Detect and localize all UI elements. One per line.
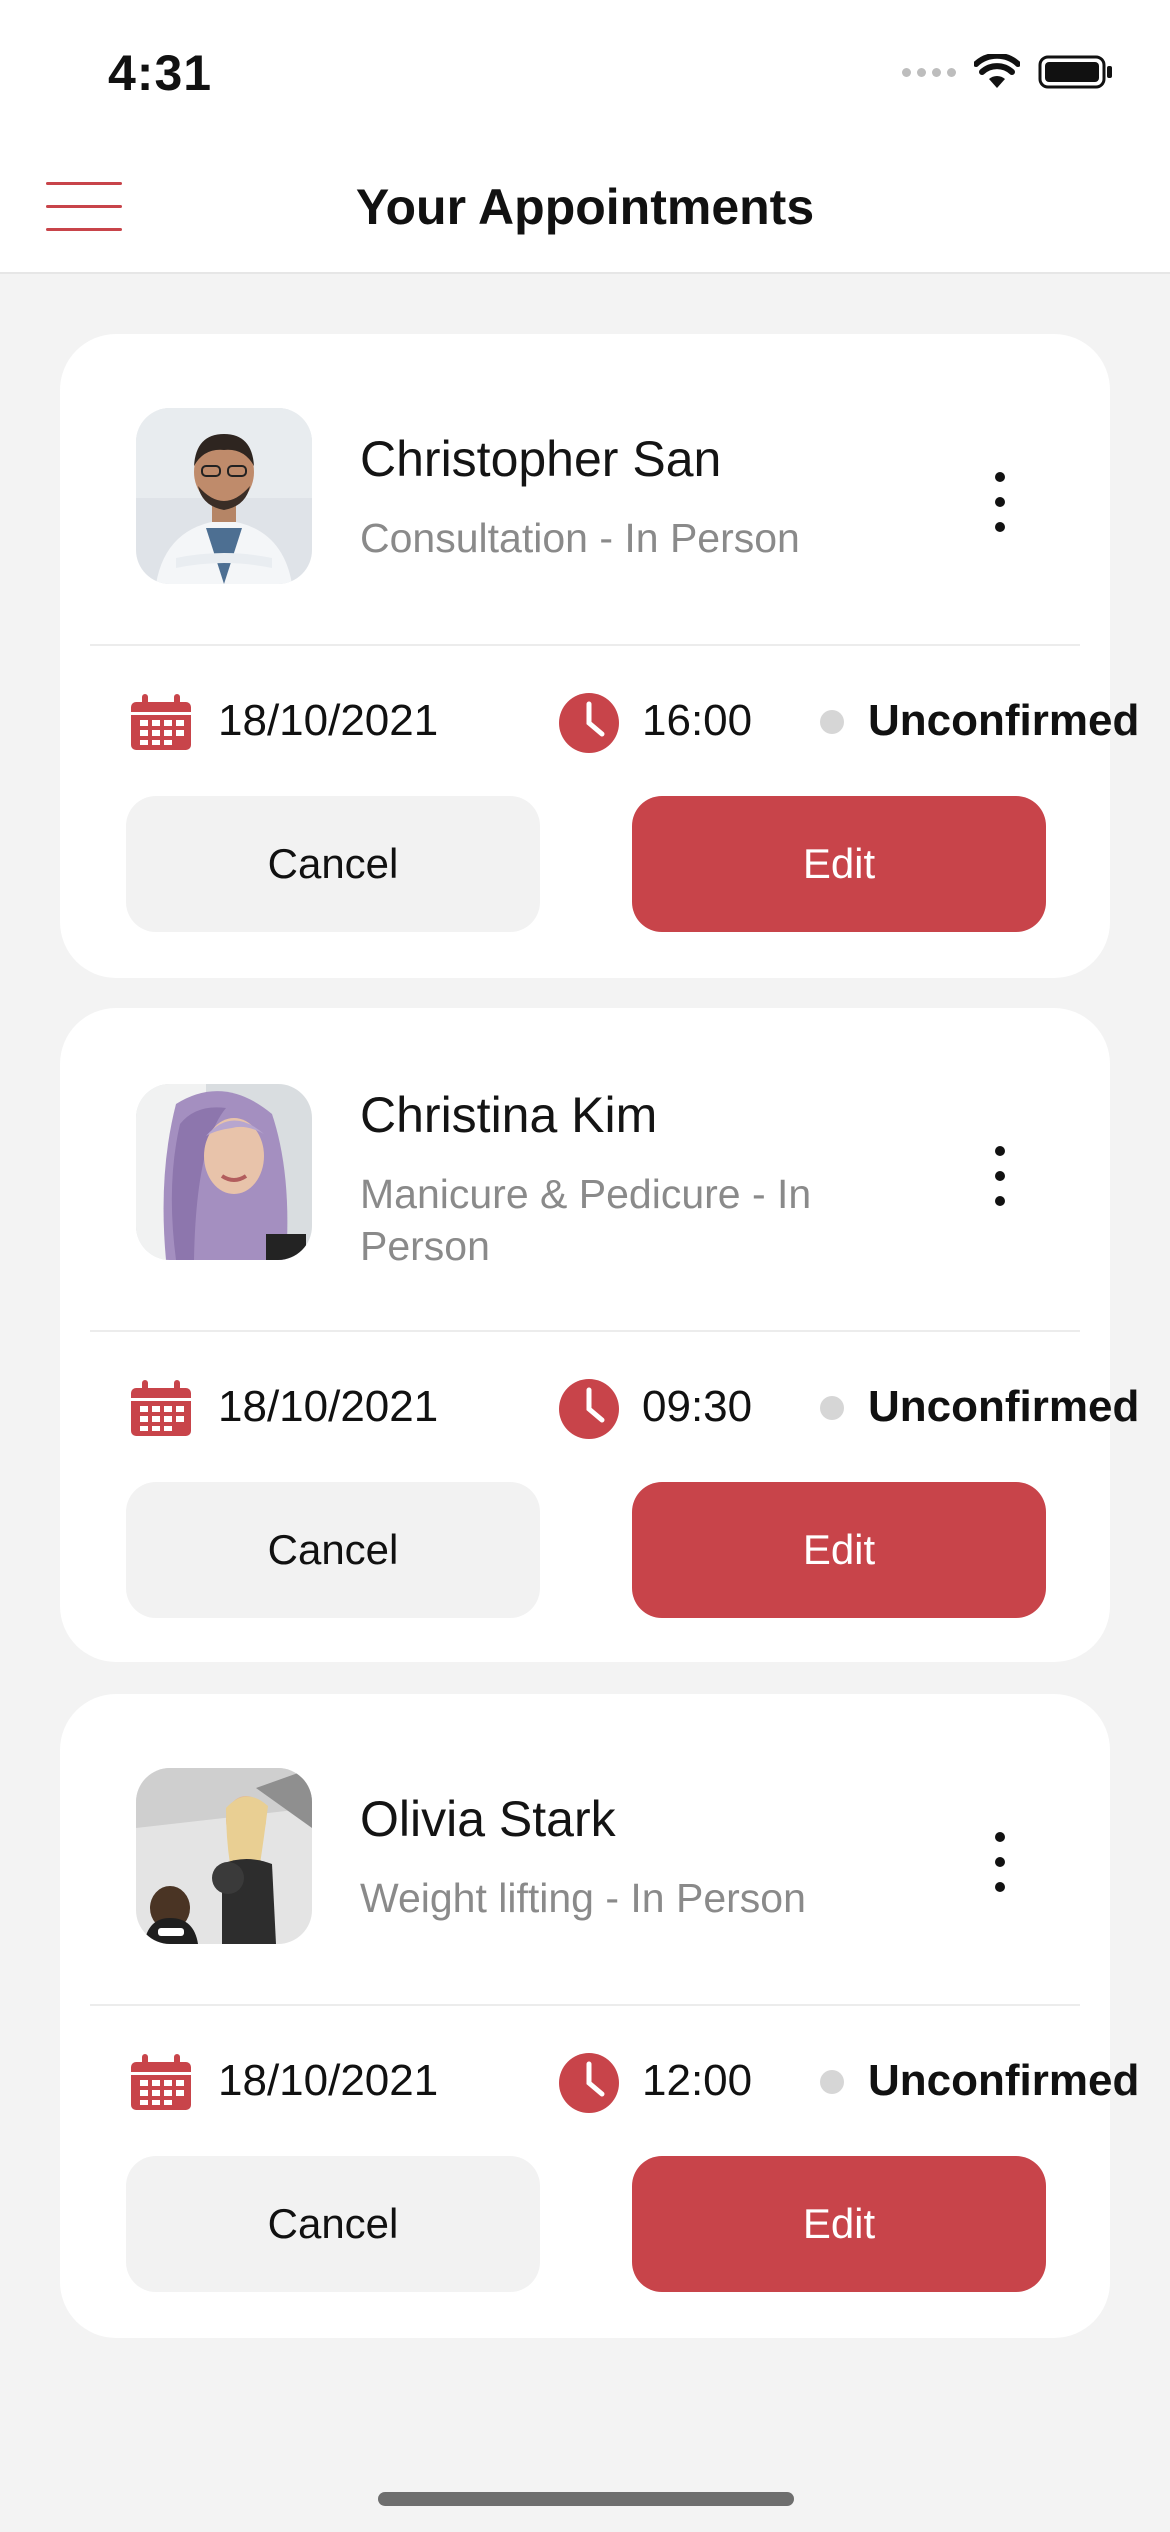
appointment-date: 18/10/2021 <box>218 696 439 745</box>
divider <box>90 644 1080 646</box>
avatar <box>136 408 312 584</box>
edit-button[interactable]: Edit <box>632 796 1046 932</box>
cancel-button[interactable]: Cancel <box>126 1482 540 1618</box>
appointment-card: Christina Kim Manicure & Pedicure - In P… <box>60 1008 1139 1662</box>
appointment-meta: 18/10/2021 16:00 Unconfirmed <box>130 692 1139 753</box>
appointment-date: 18/10/2021 <box>218 1382 439 1431</box>
cancel-button[interactable]: Cancel <box>126 796 540 932</box>
provider-name: Christina Kim <box>360 1087 658 1143</box>
appointment-meta: 18/10/2021 09:30 Unconfirmed <box>130 1378 1139 1439</box>
appointment-meta: 18/10/2021 12:00 Unconfirmed <box>130 2052 1139 2113</box>
edit-button[interactable]: Edit <box>632 1482 1046 1618</box>
status-bar: 4:31 <box>0 0 1170 150</box>
appointment-status: Unconfirmed <box>868 2056 1140 2105</box>
cancel-button[interactable]: Cancel <box>126 2156 540 2292</box>
avatar <box>136 1768 312 1944</box>
appointment-time: 12:00 <box>642 2056 753 2105</box>
divider <box>90 2004 1080 2006</box>
status-time: 4:31 <box>108 45 213 101</box>
appointment-date: 18/10/2021 <box>218 2056 439 2105</box>
app-header: Your Appointments <box>0 150 1170 274</box>
appointment-time: 09:30 <box>642 1382 753 1431</box>
page-title: Your Appointments <box>355 179 815 235</box>
appointment-status: Unconfirmed <box>868 696 1140 745</box>
appointment-time: 16:00 <box>642 696 753 745</box>
clock-icon <box>559 2053 619 2113</box>
more-options-icon[interactable] <box>980 472 1020 532</box>
status-indicator <box>820 2070 844 2094</box>
avatar <box>136 1084 312 1260</box>
cellular-signal-icon <box>902 67 956 77</box>
clock-icon <box>559 693 619 753</box>
battery-icon <box>1038 55 1112 89</box>
service-type: Consultation - In Person <box>360 515 800 561</box>
status-indicator <box>820 1396 844 1420</box>
calendar-icon <box>131 2054 191 2110</box>
status-icons <box>902 54 1114 90</box>
home-indicator[interactable] <box>378 2492 794 2506</box>
divider <box>90 1330 1080 1332</box>
calendar-icon <box>131 694 191 750</box>
provider-name: Olivia Stark <box>360 1791 616 1847</box>
service-type: Weight lifting - In Person <box>360 1875 806 1921</box>
edit-button[interactable]: Edit <box>632 2156 1046 2292</box>
status-indicator <box>820 710 844 734</box>
appointment-card: Olivia Stark Weight lifting - In Person … <box>60 1694 1139 2338</box>
appointment-status: Unconfirmed <box>868 1382 1140 1431</box>
wifi-icon <box>974 54 1020 88</box>
provider-name: Christopher San <box>360 431 722 487</box>
service-type: Manicure & Pedicure - In Person <box>360 1171 812 1269</box>
calendar-icon <box>131 1380 191 1436</box>
clock-icon <box>559 1379 619 1439</box>
more-options-icon[interactable] <box>980 1832 1020 1892</box>
more-options-icon[interactable] <box>980 1146 1020 1206</box>
appointment-card: Christopher San Consultation - In Person… <box>60 334 1139 978</box>
